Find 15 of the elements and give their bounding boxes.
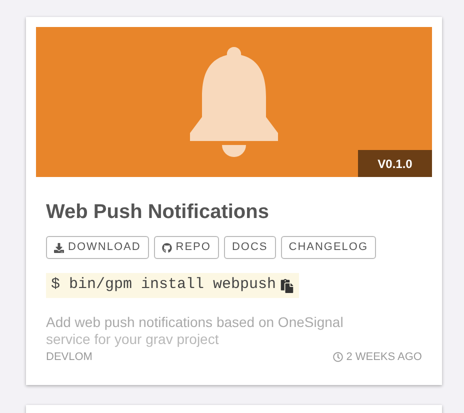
link-button[interactable]: DOCS (224, 236, 276, 259)
link-button[interactable]: REPO (154, 236, 219, 259)
card-title: Web Push Notifications (46, 200, 270, 225)
link-button[interactable]: CHANGELOG (280, 236, 376, 259)
time-ago: 2 WEEKS AGO (346, 350, 422, 365)
download-icon (54, 242, 64, 252)
clock-icon (333, 352, 344, 362)
author: DEVLOM (46, 350, 92, 365)
link-button[interactable]: DOWNLOAD (46, 236, 149, 259)
version-badge: V0.1.0 (358, 150, 432, 177)
github-icon (162, 242, 172, 252)
command-text: $ bin/gpm install webpush (51, 275, 276, 296)
description-faded: service for your grav project (46, 332, 220, 346)
clipboard-icon[interactable] (280, 278, 294, 292)
description: Add web push notifications based on OneSignal (46, 313, 344, 332)
